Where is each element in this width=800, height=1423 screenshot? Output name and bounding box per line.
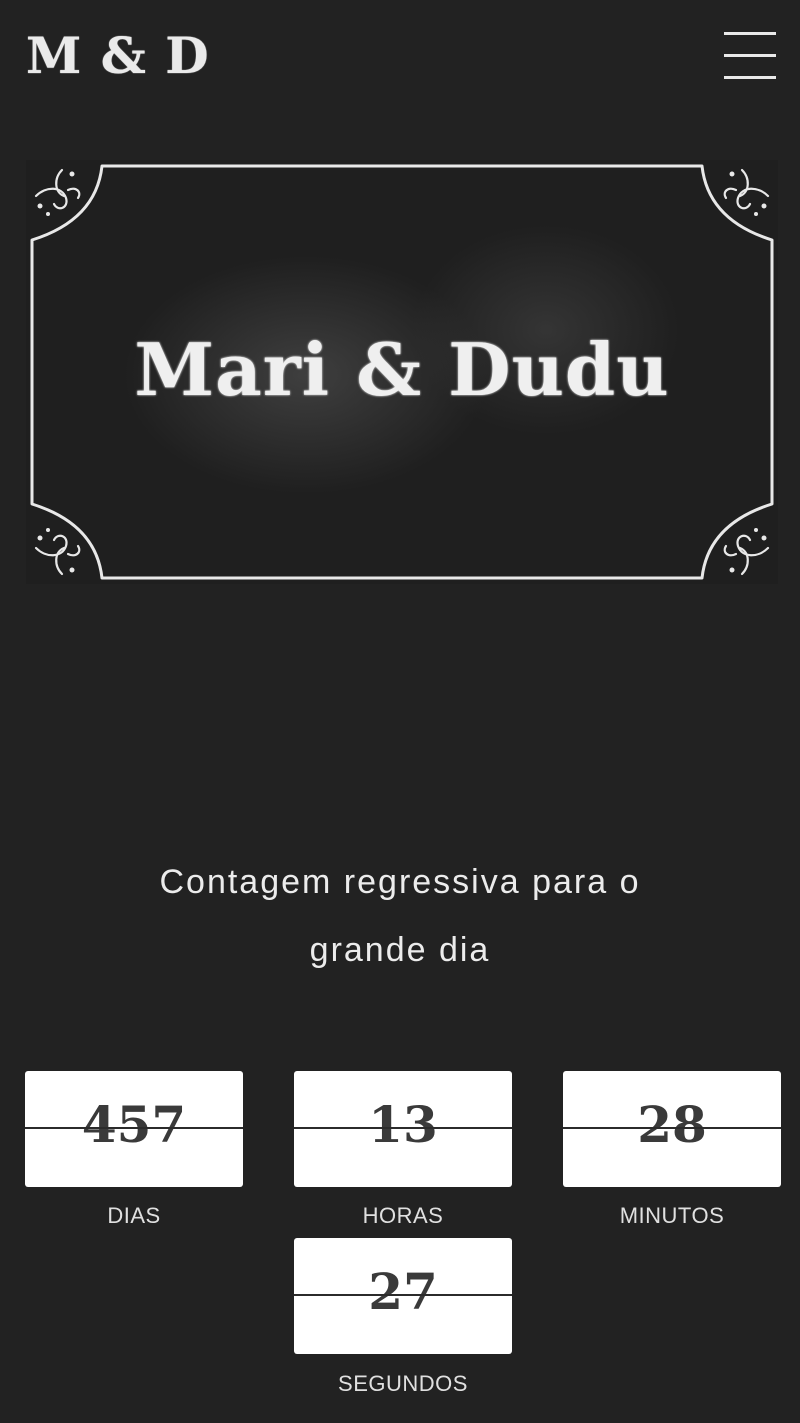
- countdown-hours-value: 13: [368, 1095, 438, 1154]
- countdown-days-value: 457: [81, 1095, 187, 1154]
- countdown-days-label: DIAS: [107, 1203, 161, 1228]
- hamburger-menu-icon[interactable]: [722, 30, 778, 82]
- countdown-minutes-label: MINUTOS: [619, 1203, 725, 1228]
- countdown-minutes-tile: 28: [563, 1071, 781, 1187]
- countdown-hours-tile: 13: [294, 1071, 512, 1187]
- hero-chalkboard: Mari & Dudu: [26, 160, 778, 584]
- couple-names-title: Mari & Dudu: [134, 327, 670, 412]
- countdown-seconds-value: 27: [368, 1262, 438, 1321]
- countdown-seconds-tile: 27: [294, 1238, 512, 1354]
- countdown-minutes-value: 28: [637, 1095, 707, 1154]
- countdown-heading: Contagem regressiva para o grande dia: [159, 863, 641, 969]
- tile-divider: [294, 1127, 512, 1129]
- site-logo[interactable]: M & D: [26, 26, 210, 86]
- tile-divider: [563, 1127, 781, 1129]
- tile-divider: [25, 1127, 243, 1129]
- countdown-seconds-label: SEGUNDOS: [338, 1371, 468, 1396]
- site-header: M & D: [0, 0, 800, 110]
- countdown-hours-label: HORAS: [362, 1203, 444, 1228]
- menu-bar: [724, 76, 776, 79]
- menu-bar: [724, 32, 776, 35]
- tile-divider: [294, 1294, 512, 1296]
- countdown-days-tile: 457: [25, 1071, 243, 1187]
- menu-bar: [724, 54, 776, 57]
